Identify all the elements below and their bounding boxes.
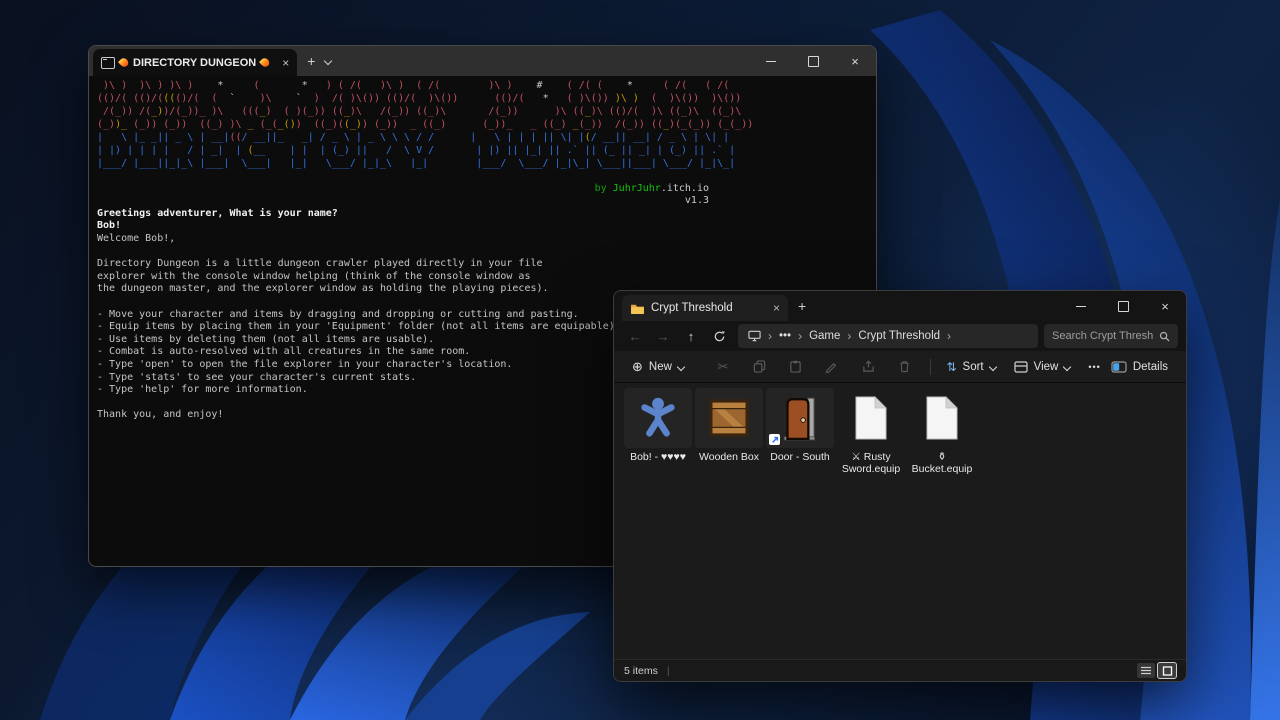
explorer-navbar: ← → ↑ › ••• › Game › Crypt Threshold bbox=[614, 321, 1186, 351]
view-icon bbox=[1014, 361, 1028, 373]
maximize-icon bbox=[1118, 301, 1129, 312]
tab-close-icon[interactable]: × bbox=[282, 56, 289, 70]
address-bar[interactable]: › ••• › Game › Crypt Threshold › bbox=[738, 324, 1038, 348]
icon-view-button[interactable] bbox=[1158, 663, 1176, 678]
scissors-icon: ✂ bbox=[718, 359, 729, 375]
chevron-down-icon bbox=[988, 362, 996, 370]
door-icon bbox=[766, 388, 834, 448]
sort-arrows-icon: ⇅ bbox=[946, 360, 956, 374]
breadcrumb-crypt-threshold[interactable]: Crypt Threshold bbox=[858, 330, 940, 342]
trash-icon bbox=[898, 360, 911, 373]
breadcrumb-chevron: › bbox=[798, 329, 802, 343]
console-window-icon bbox=[101, 57, 115, 69]
command-bar: ⊕ New ✂ ⇅ Sort bbox=[614, 351, 1186, 383]
up-button[interactable]: ↑ bbox=[678, 324, 704, 348]
file-label: Bob! - ♥♥♥♥ bbox=[630, 451, 686, 463]
maximize-button[interactable] bbox=[1102, 291, 1144, 321]
desktop: DIRECTORY DUNGEON × + × )\ ) )\ ) )\ ) *… bbox=[0, 0, 1280, 720]
file-item[interactable]: Wooden Box bbox=[694, 388, 764, 463]
tab-close-icon[interactable]: × bbox=[773, 301, 780, 315]
forward-button[interactable]: → bbox=[650, 324, 676, 348]
explorer-titlebar: Crypt Threshold × + × bbox=[614, 291, 1186, 321]
file-item[interactable]: Door - South bbox=[765, 388, 835, 463]
terminal-titlebar: DIRECTORY DUNGEON × + × bbox=[89, 46, 876, 76]
icon-view-icon bbox=[1162, 666, 1173, 676]
ascii-art: )\ ) )\ ) )\ ) * ( * ) ( /( )\ ) ( /( )\… bbox=[97, 79, 876, 170]
toolbar-divider bbox=[930, 359, 931, 375]
cut-button[interactable]: ✂ bbox=[706, 355, 740, 379]
details-toggle[interactable]: Details bbox=[1111, 361, 1176, 373]
search-icon bbox=[1159, 331, 1170, 342]
ellipsis-icon: ••• bbox=[1088, 362, 1100, 372]
file-icon bbox=[908, 388, 976, 448]
list-view-icon bbox=[1140, 666, 1152, 675]
list-view-button[interactable] bbox=[1137, 663, 1155, 678]
more-button[interactable]: ••• bbox=[1080, 355, 1108, 379]
delete-button[interactable] bbox=[887, 355, 921, 379]
close-button[interactable]: × bbox=[834, 46, 876, 76]
refresh-button[interactable] bbox=[706, 324, 732, 348]
search-text: Search Crypt Thresh bbox=[1052, 330, 1153, 342]
file-label: Wooden Box bbox=[699, 451, 759, 463]
new-button[interactable]: ⊕ New bbox=[624, 355, 692, 379]
copy-icon bbox=[753, 360, 766, 373]
plus-circle-icon: ⊕ bbox=[632, 359, 643, 375]
minimize-button[interactable] bbox=[750, 46, 792, 76]
status-bar: 5 items | bbox=[614, 659, 1186, 681]
back-button[interactable]: ← bbox=[622, 324, 648, 348]
rename-icon bbox=[825, 360, 838, 373]
breadcrumb-chevron: › bbox=[947, 329, 951, 343]
breadcrumb-chevron: › bbox=[847, 329, 851, 343]
share-button[interactable] bbox=[851, 355, 885, 379]
file-icon bbox=[837, 388, 905, 448]
maximize-icon bbox=[808, 56, 819, 67]
player-icon bbox=[624, 388, 692, 448]
sort-button[interactable]: ⇅ Sort bbox=[938, 355, 1003, 379]
refresh-icon bbox=[713, 330, 726, 343]
crate-icon bbox=[695, 388, 763, 448]
explorer-tab-title: Crypt Threshold bbox=[651, 302, 733, 314]
status-divider: | bbox=[667, 665, 670, 677]
breadcrumb-game[interactable]: Game bbox=[809, 330, 840, 342]
explorer-window: Crypt Threshold × + × ← → ↑ bbox=[613, 290, 1187, 682]
copy-button[interactable] bbox=[742, 355, 776, 379]
minimize-icon bbox=[1076, 306, 1086, 307]
maximize-button[interactable] bbox=[792, 46, 834, 76]
minimize-icon bbox=[766, 61, 776, 62]
rename-button[interactable] bbox=[815, 355, 849, 379]
paste-icon bbox=[789, 360, 802, 373]
terminal-tab[interactable]: DIRECTORY DUNGEON × bbox=[93, 49, 297, 76]
file-grid[interactable]: Bob! - ♥♥♥♥ Wooden Box Door - South ⚔ Ru… bbox=[614, 383, 1186, 659]
this-pc-icon bbox=[748, 330, 761, 342]
flame-icon bbox=[259, 56, 271, 68]
file-label: ⚱ Bucket.equip bbox=[907, 451, 977, 475]
item-count: 5 items bbox=[624, 665, 658, 677]
close-button[interactable]: × bbox=[1144, 291, 1186, 321]
folder-icon bbox=[630, 302, 645, 314]
share-icon bbox=[862, 360, 875, 373]
view-button[interactable]: View bbox=[1006, 355, 1079, 379]
file-label: Door - South bbox=[770, 451, 830, 463]
file-item[interactable]: ⚱ Bucket.equip bbox=[907, 388, 977, 475]
flame-icon bbox=[118, 56, 130, 68]
explorer-tab[interactable]: Crypt Threshold × bbox=[622, 295, 788, 321]
file-label: ⚔ Rusty Sword.equip bbox=[836, 451, 906, 475]
chevron-down-icon bbox=[677, 362, 685, 370]
file-item[interactable]: Bob! - ♥♥♥♥ bbox=[623, 388, 693, 463]
chevron-down-icon bbox=[1063, 362, 1071, 370]
paste-button[interactable] bbox=[778, 355, 812, 379]
breadcrumb-chevron: › bbox=[768, 329, 772, 343]
minimize-button[interactable] bbox=[1060, 291, 1102, 321]
tab-dropdown-icon[interactable] bbox=[324, 57, 332, 65]
breadcrumb-overflow[interactable]: ••• bbox=[779, 330, 791, 342]
new-tab-button[interactable]: + bbox=[297, 53, 325, 69]
search-input[interactable]: Search Crypt Thresh bbox=[1044, 324, 1178, 348]
terminal-tab-title: DIRECTORY DUNGEON bbox=[133, 57, 256, 69]
shortcut-arrow-icon bbox=[769, 434, 780, 445]
file-item[interactable]: ⚔ Rusty Sword.equip bbox=[836, 388, 906, 475]
details-panel-icon bbox=[1111, 361, 1127, 373]
new-tab-button[interactable]: + bbox=[788, 298, 816, 314]
